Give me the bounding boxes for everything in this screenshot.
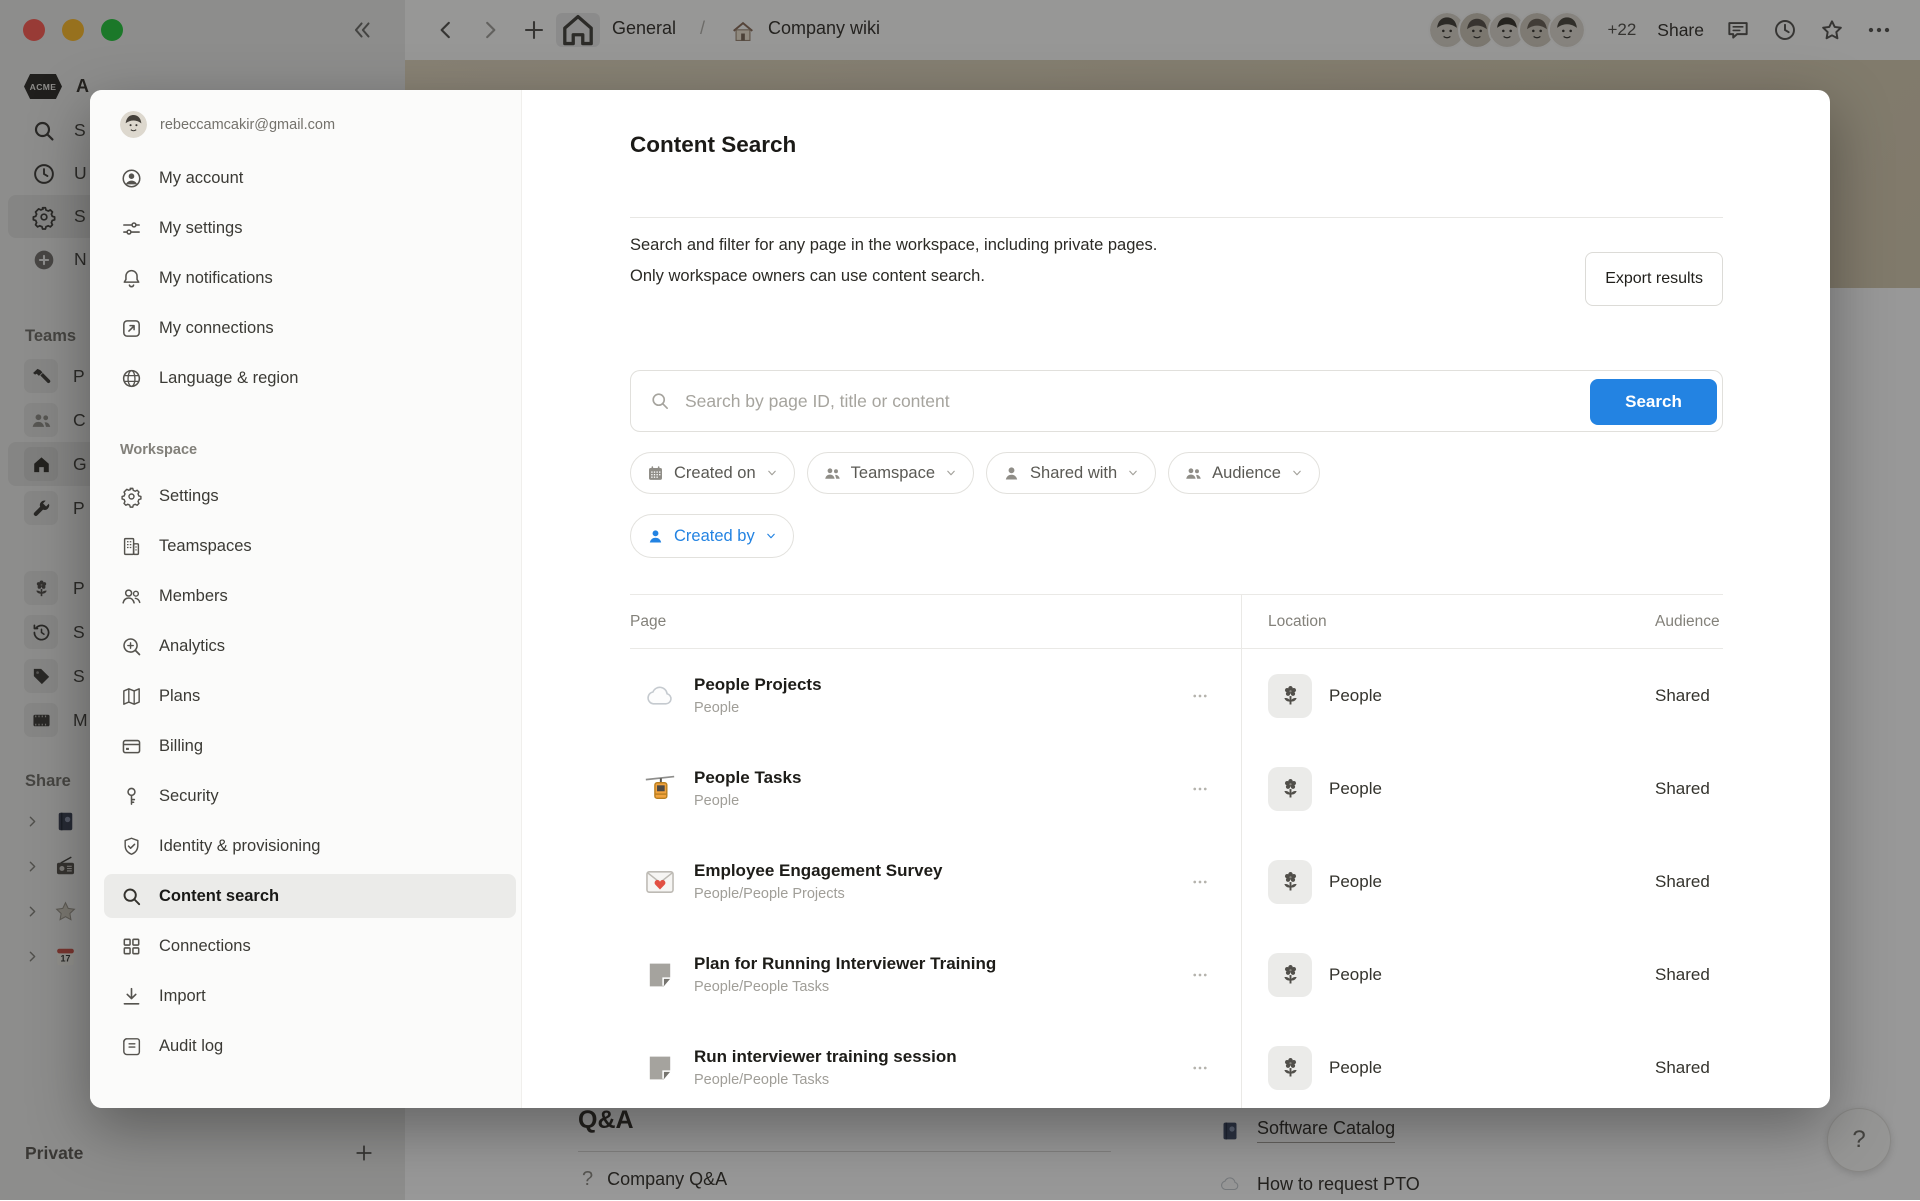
- settings-nav-import[interactable]: Import: [104, 974, 516, 1018]
- column-header-location: Location: [1268, 595, 1327, 648]
- page-title: Content Search: [630, 131, 1830, 159]
- settings-nav-connections[interactable]: Connections: [104, 924, 516, 968]
- search-input[interactable]: [683, 390, 1582, 413]
- teamspace-flower-icon: [1268, 1046, 1312, 1090]
- settings-sidebar: rebeccamcakir@gmail.com My account My set…: [90, 90, 522, 1108]
- settings-nav-my-account[interactable]: My account: [104, 156, 516, 200]
- search-bar: Search: [630, 370, 1723, 432]
- row-more-options-icon[interactable]: [1185, 966, 1215, 984]
- filter-chip-teamspace[interactable]: Teamspace: [807, 452, 974, 494]
- analytics-icon: [120, 635, 143, 658]
- settings-nav-audit-log[interactable]: Audit log: [104, 1024, 516, 1068]
- connections-out-icon: [120, 317, 143, 340]
- settings-nav-language-region[interactable]: Language & region: [104, 356, 516, 400]
- chevron-down-icon: [944, 466, 958, 480]
- settings-nav-security[interactable]: Security: [104, 774, 516, 818]
- column-divider: [1241, 594, 1242, 1108]
- title-divider: [630, 217, 1723, 218]
- gear-icon: [120, 485, 143, 508]
- table-header: Page Location Audience: [630, 594, 1723, 649]
- account-row: rebeccamcakir@gmail.com: [104, 108, 516, 148]
- settings-nav-plans[interactable]: Plans: [104, 674, 516, 718]
- settings-dialog: rebeccamcakir@gmail.com My account My set…: [90, 90, 1830, 1108]
- teamspace-flower-icon: [1268, 860, 1312, 904]
- globe-icon: [120, 367, 143, 390]
- chevron-down-icon: [764, 529, 778, 543]
- settings-nav-my-connections[interactable]: My connections: [104, 306, 516, 350]
- people-f-icon: [1184, 464, 1203, 483]
- account-settings-nav: My account My settings My notifications My …: [104, 156, 516, 400]
- search-button[interactable]: Search: [1590, 379, 1717, 425]
- table-row[interactable]: People TasksPeoplePeopleShared: [630, 742, 1723, 835]
- filter-chip-created-on[interactable]: Created on: [630, 452, 795, 494]
- calendar-f-icon: [646, 464, 665, 483]
- members-icon: [120, 585, 143, 608]
- table-row[interactable]: Employee Engagement SurveyPeople/People …: [630, 835, 1723, 928]
- settings-nav-content-search[interactable]: Content search: [104, 874, 516, 918]
- settings-nav-my-settings[interactable]: My settings: [104, 206, 516, 250]
- filter-chip-shared-with[interactable]: Shared with: [986, 452, 1156, 494]
- settings-nav-identity-provisioning[interactable]: Identity & provisioning: [104, 824, 516, 868]
- search-bold-icon: [120, 885, 143, 908]
- people-f-icon: [823, 464, 842, 483]
- letter-page-icon: [643, 865, 677, 899]
- page-page-icon: [643, 958, 677, 992]
- card-icon: [120, 735, 143, 758]
- chevron-down-icon: [1290, 466, 1304, 480]
- column-header-page: Page: [630, 595, 666, 648]
- table-row[interactable]: Plan for Running Interviewer TrainingPeo…: [630, 928, 1723, 1021]
- workspace-section-header: Workspace: [120, 442, 516, 458]
- settings-nav-billing[interactable]: Billing: [104, 724, 516, 768]
- user-avatar: [120, 111, 147, 138]
- scroll-icon: [120, 1035, 143, 1058]
- settings-nav-analytics[interactable]: Analytics: [104, 624, 516, 668]
- row-more-options-icon[interactable]: [1185, 1059, 1215, 1077]
- settings-nav-teamspaces[interactable]: Teamspaces: [104, 524, 516, 568]
- row-more-options-icon[interactable]: [1185, 873, 1215, 891]
- shield-icon: [120, 835, 143, 858]
- table-row[interactable]: People ProjectsPeoplePeopleShared: [630, 649, 1723, 742]
- key-icon: [120, 785, 143, 808]
- sliders-icon: [120, 217, 143, 240]
- filter-chip-audience[interactable]: Audience: [1168, 452, 1320, 494]
- search-icon: [649, 390, 671, 412]
- settings-nav-my-notifications[interactable]: My notifications: [104, 256, 516, 300]
- tram-page-icon: [643, 772, 677, 806]
- description: Search and filter for any page in the wo…: [630, 230, 1157, 306]
- account-icon: [120, 167, 143, 190]
- cloud-page-icon: [643, 679, 677, 713]
- settings-nav-settings[interactable]: Settings: [104, 474, 516, 518]
- page-page-icon: [643, 1051, 677, 1085]
- export-results-button[interactable]: Export results: [1585, 252, 1723, 306]
- teamspace-flower-icon: [1268, 953, 1312, 997]
- column-header-audience: Audience: [1655, 595, 1720, 648]
- filter-chip-created-by[interactable]: Created by: [630, 514, 794, 558]
- chevron-down-icon: [1126, 466, 1140, 480]
- chevron-down-icon: [765, 466, 779, 480]
- teamspace-flower-icon: [1268, 767, 1312, 811]
- import-icon: [120, 985, 143, 1008]
- content-search-panel: Content Search Search and filter for any…: [522, 90, 1830, 1108]
- bell-icon: [120, 267, 143, 290]
- results-table: Page Location Audience People ProjectsPe…: [630, 594, 1723, 1108]
- table-row[interactable]: Run interviewer training sessionPeople/P…: [630, 1021, 1723, 1108]
- building-icon: [120, 535, 143, 558]
- map-icon: [120, 685, 143, 708]
- person-f-blue-icon: [646, 527, 665, 546]
- account-email: rebeccamcakir@gmail.com: [160, 117, 335, 133]
- grid-icon: [120, 935, 143, 958]
- row-more-options-icon[interactable]: [1185, 780, 1215, 798]
- person-f-icon: [1002, 464, 1021, 483]
- row-more-options-icon[interactable]: [1185, 687, 1215, 705]
- teamspace-flower-icon: [1268, 674, 1312, 718]
- workspace-settings-nav: Settings Teamspaces Members Analytics Plans B…: [104, 474, 516, 1068]
- settings-nav-members[interactable]: Members: [104, 574, 516, 618]
